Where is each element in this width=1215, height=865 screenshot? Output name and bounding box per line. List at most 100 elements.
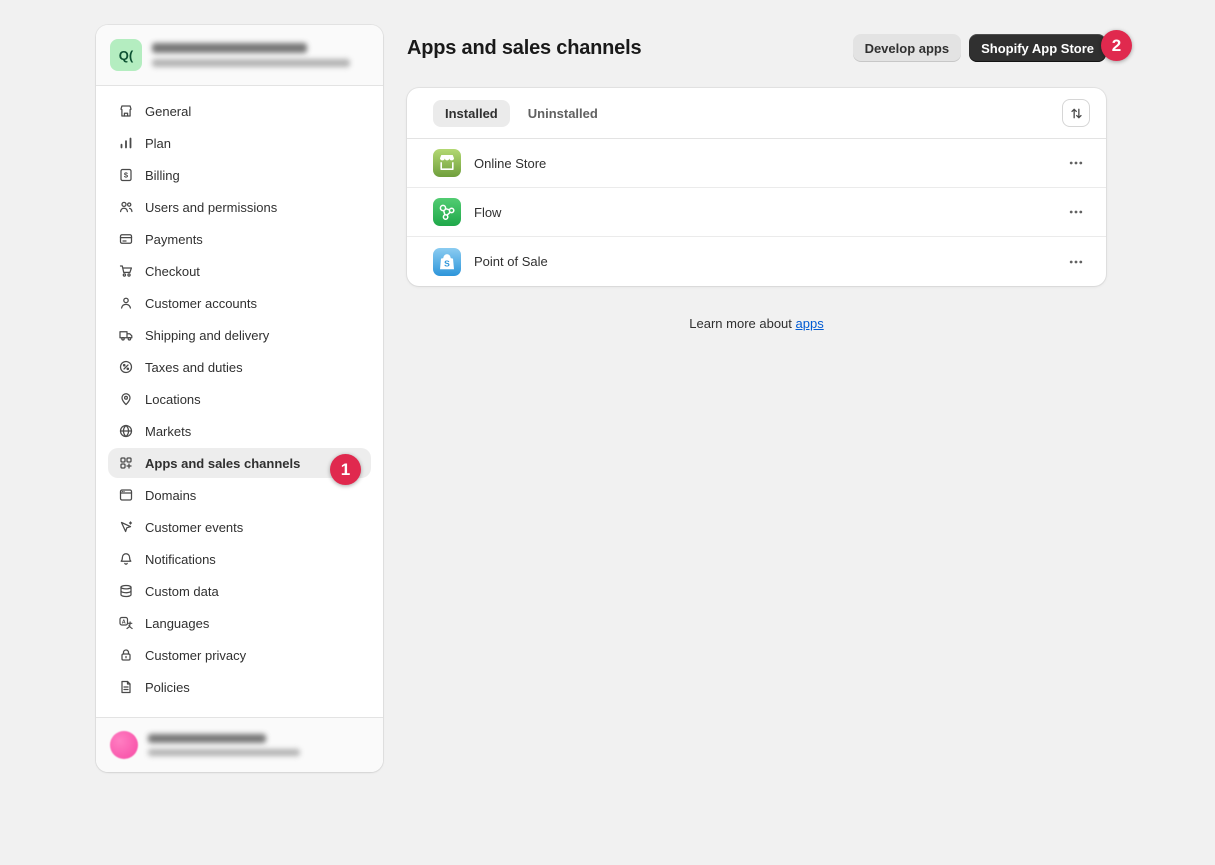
cart-icon bbox=[118, 263, 134, 279]
sidebar-item-general[interactable]: General bbox=[108, 96, 371, 126]
sidebar-item-label: General bbox=[145, 104, 191, 119]
credit-card-icon bbox=[118, 231, 134, 247]
sidebar-item-label: Customer accounts bbox=[145, 296, 257, 311]
flow-icon bbox=[433, 198, 461, 226]
point-of-sale-icon: S bbox=[433, 248, 461, 276]
document-icon bbox=[118, 679, 134, 695]
receipt-icon: $ bbox=[118, 167, 134, 183]
users-icon bbox=[118, 199, 134, 215]
sidebar-item-label: Markets bbox=[145, 424, 191, 439]
store-meta bbox=[152, 43, 369, 67]
app-row-flow[interactable]: Flow bbox=[407, 188, 1106, 237]
globe-icon bbox=[118, 423, 134, 439]
sidebar-item-users-permissions[interactable]: Users and permissions bbox=[108, 192, 371, 222]
app-row-online-store[interactable]: Online Store bbox=[407, 139, 1106, 188]
browser-icon bbox=[118, 487, 134, 503]
translate-icon: A bbox=[118, 615, 134, 631]
sidebar-item-label: Payments bbox=[145, 232, 203, 247]
cursor-icon bbox=[118, 519, 134, 535]
svg-text:S: S bbox=[444, 258, 450, 268]
user-meta bbox=[148, 734, 369, 756]
svg-text:A: A bbox=[122, 620, 126, 626]
store-switcher[interactable]: Q( bbox=[96, 25, 383, 86]
header-actions: Develop apps Shopify App Store bbox=[853, 34, 1106, 62]
sidebar-item-label: Plan bbox=[145, 136, 171, 151]
app-name: Point of Sale bbox=[474, 254, 548, 269]
chart-bars-icon bbox=[118, 135, 134, 151]
sidebar-item-languages[interactable]: A Languages bbox=[108, 608, 371, 638]
sidebar-item-label: Locations bbox=[145, 392, 201, 407]
sidebar-item-checkout[interactable]: Checkout bbox=[108, 256, 371, 286]
sidebar-item-policies[interactable]: Policies bbox=[108, 672, 371, 702]
sidebar-item-label: Domains bbox=[145, 488, 196, 503]
sidebar-item-locations[interactable]: Locations bbox=[108, 384, 371, 414]
sidebar-item-domains[interactable]: Domains bbox=[108, 480, 371, 510]
sidebar-item-label: Policies bbox=[145, 680, 190, 695]
database-icon bbox=[118, 583, 134, 599]
user-account-footer[interactable] bbox=[96, 717, 383, 772]
sidebar-item-label: Customer privacy bbox=[145, 648, 246, 663]
bell-icon bbox=[118, 551, 134, 567]
sidebar-item-notifications[interactable]: Notifications bbox=[108, 544, 371, 574]
annotation-badge-2: 2 bbox=[1101, 30, 1132, 61]
svg-text:$: $ bbox=[124, 171, 129, 180]
main-content: Apps and sales channels Develop apps Sho… bbox=[407, 0, 1106, 331]
flow-menu-button[interactable] bbox=[1062, 198, 1090, 226]
point-of-sale-menu-button[interactable] bbox=[1062, 248, 1090, 276]
learn-more-label: Learn more about bbox=[689, 316, 795, 331]
user-avatar bbox=[110, 731, 138, 759]
store-avatar: Q( bbox=[110, 39, 142, 71]
sidebar-item-customer-accounts[interactable]: Customer accounts bbox=[108, 288, 371, 318]
sidebar-item-label: Shipping and delivery bbox=[145, 328, 269, 343]
apps-link[interactable]: apps bbox=[796, 316, 824, 331]
truck-icon bbox=[118, 327, 134, 343]
sidebar-item-label: Languages bbox=[145, 616, 209, 631]
user-email-blurred bbox=[148, 749, 300, 756]
sidebar-item-label: Billing bbox=[145, 168, 180, 183]
ellipsis-icon bbox=[1068, 204, 1084, 220]
learn-more-text: Learn more about apps bbox=[407, 316, 1106, 331]
ellipsis-icon bbox=[1068, 254, 1084, 270]
sidebar-item-label: Custom data bbox=[145, 584, 219, 599]
sidebar-item-plan[interactable]: Plan bbox=[108, 128, 371, 158]
tab-uninstalled[interactable]: Uninstalled bbox=[516, 100, 610, 127]
sidebar-item-label: Users and permissions bbox=[145, 200, 277, 215]
develop-apps-button[interactable]: Develop apps bbox=[853, 34, 962, 62]
sidebar-item-customer-events[interactable]: Customer events bbox=[108, 512, 371, 542]
settings-sidebar: Q( General Plan $ Billing User bbox=[96, 25, 383, 772]
apps-card: Installed Uninstalled Online Store bbox=[407, 88, 1106, 286]
tab-installed[interactable]: Installed bbox=[433, 100, 510, 127]
sidebar-item-label: Taxes and duties bbox=[145, 360, 243, 375]
store-icon bbox=[118, 103, 134, 119]
main-header: Apps and sales channels Develop apps Sho… bbox=[407, 0, 1106, 88]
sidebar-item-label: Customer events bbox=[145, 520, 243, 535]
lock-icon bbox=[118, 647, 134, 663]
shopify-settings-page: Q( General Plan $ Billing User bbox=[0, 0, 1215, 865]
store-initials: Q( bbox=[119, 48, 133, 63]
pin-icon bbox=[118, 391, 134, 407]
sidebar-item-payments[interactable]: Payments bbox=[108, 224, 371, 254]
sidebar-item-label: Notifications bbox=[145, 552, 216, 567]
sidebar-item-taxes-duties[interactable]: Taxes and duties bbox=[108, 352, 371, 382]
apps-grid-icon bbox=[118, 455, 134, 471]
person-icon bbox=[118, 295, 134, 311]
sort-button[interactable] bbox=[1062, 99, 1090, 127]
app-name: Flow bbox=[474, 205, 501, 220]
sidebar-item-label: Checkout bbox=[145, 264, 200, 279]
user-name-blurred bbox=[148, 734, 266, 743]
apps-card-tabs: Installed Uninstalled bbox=[407, 88, 1106, 139]
sidebar-item-custom-data[interactable]: Custom data bbox=[108, 576, 371, 606]
online-store-menu-button[interactable] bbox=[1062, 149, 1090, 177]
shopify-app-store-button[interactable]: Shopify App Store bbox=[969, 34, 1106, 62]
store-name-blurred bbox=[152, 43, 307, 53]
sidebar-item-markets[interactable]: Markets bbox=[108, 416, 371, 446]
sidebar-item-label: Apps and sales channels bbox=[145, 456, 300, 471]
sidebar-item-customer-privacy[interactable]: Customer privacy bbox=[108, 640, 371, 670]
ellipsis-icon bbox=[1068, 155, 1084, 171]
online-store-icon bbox=[433, 149, 461, 177]
sidebar-item-billing[interactable]: $ Billing bbox=[108, 160, 371, 190]
app-row-point-of-sale[interactable]: S Point of Sale bbox=[407, 237, 1106, 286]
sidebar-item-shipping-delivery[interactable]: Shipping and delivery bbox=[108, 320, 371, 350]
annotation-badge-1: 1 bbox=[330, 454, 361, 485]
app-name: Online Store bbox=[474, 156, 546, 171]
